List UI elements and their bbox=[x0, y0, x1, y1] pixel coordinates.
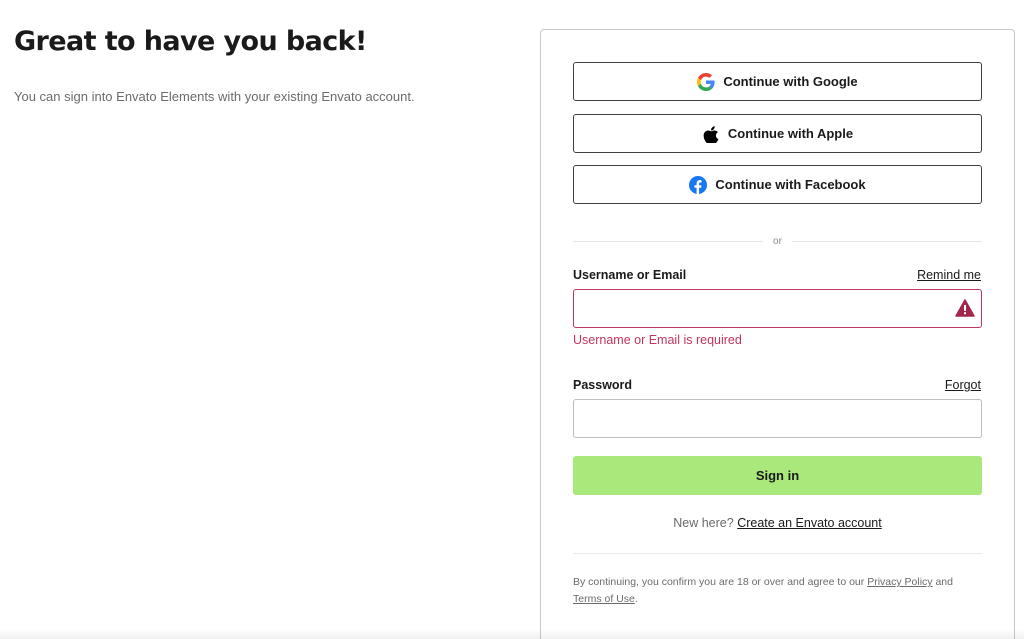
username-input[interactable] bbox=[573, 289, 982, 328]
apple-icon bbox=[702, 125, 720, 143]
remind-me-link[interactable]: Remind me bbox=[917, 268, 981, 282]
google-button-label: Continue with Google bbox=[723, 74, 858, 89]
legal-end: . bbox=[634, 593, 638, 605]
facebook-button-label: Continue with Facebook bbox=[715, 177, 866, 192]
warning-icon bbox=[955, 299, 975, 317]
forgot-link[interactable]: Forgot bbox=[945, 378, 981, 392]
or-divider: or bbox=[573, 233, 982, 249]
divider-line-left bbox=[573, 240, 764, 242]
legal-text-body: By continuing, you confirm you are 18 or… bbox=[573, 576, 865, 588]
divider-text: or bbox=[773, 235, 782, 247]
apple-button-label: Continue with Apple bbox=[727, 126, 854, 141]
page-title: Great to have you back! bbox=[14, 26, 367, 57]
password-input[interactable] bbox=[573, 399, 982, 438]
sign-in-button[interactable]: Sign in bbox=[573, 456, 982, 495]
username-error: Username or Email is required bbox=[573, 333, 742, 347]
bottom-shadow bbox=[0, 629, 1024, 639]
privacy-policy-link[interactable]: Privacy Policy bbox=[867, 576, 932, 588]
signup-prefix: New here? bbox=[673, 516, 734, 530]
create-account-link[interactable]: Create an Envato account bbox=[737, 516, 882, 530]
login-card: Continue with Google Continue with Apple… bbox=[540, 29, 1015, 639]
intro-section: Great to have you back! You can sign int… bbox=[14, 26, 494, 106]
intro-subtext: You can sign into Envato Elements with y… bbox=[14, 89, 415, 104]
facebook-icon bbox=[689, 175, 708, 194]
password-label: Password bbox=[573, 378, 633, 392]
footer-divider bbox=[573, 553, 982, 554]
legal-and: and bbox=[935, 576, 953, 588]
terms-of-use-link[interactable]: Terms of Use bbox=[573, 593, 635, 605]
google-button[interactable]: Continue with Google bbox=[573, 62, 982, 101]
username-label: Username or Email bbox=[573, 268, 687, 282]
apple-button[interactable]: Continue with Apple bbox=[573, 114, 982, 153]
facebook-button[interactable]: Continue with Facebook bbox=[573, 165, 982, 204]
signup-prompt: New here? Create an Envato account bbox=[573, 516, 982, 530]
legal-text: By continuing, you confirm you are 18 or… bbox=[573, 574, 982, 608]
divider-line-right bbox=[791, 240, 982, 242]
google-icon bbox=[697, 72, 715, 91]
login-page: Great to have you back! You can sign int… bbox=[0, 0, 1024, 639]
